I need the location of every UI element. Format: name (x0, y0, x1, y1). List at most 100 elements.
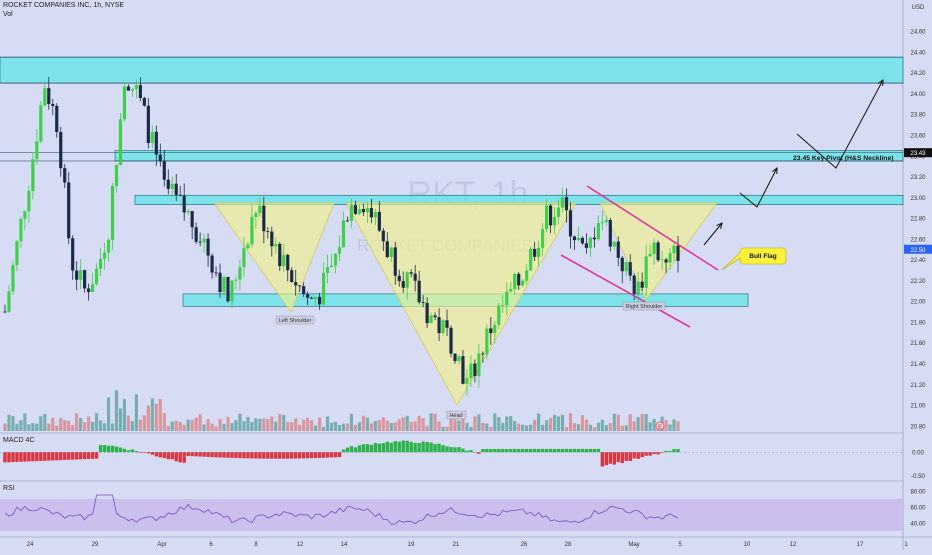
candle-body (493, 324, 497, 334)
candle-body (321, 272, 326, 305)
candle-body (294, 282, 298, 286)
macd-histogram-bar (417, 443, 421, 453)
candle-body (365, 208, 369, 213)
price-tick-label: 23.00 (910, 196, 926, 202)
candle-body (250, 217, 254, 245)
candle-body (545, 205, 549, 230)
volume-bar (122, 399, 127, 431)
macd-histogram-bar (305, 452, 310, 459)
volume-bar (369, 423, 373, 431)
volume-bar (35, 423, 39, 431)
macd-histogram-bar (373, 443, 378, 453)
volume-bar (465, 422, 469, 431)
candle-body (485, 328, 489, 355)
volume-bar (501, 422, 505, 431)
candle-body (349, 205, 354, 222)
candle-body (389, 247, 393, 258)
volume-bar (87, 416, 91, 431)
candle-body (79, 270, 83, 280)
macd-histogram-bar (198, 452, 202, 457)
candle-body (286, 254, 290, 271)
macd-histogram-bar (477, 452, 481, 454)
volume-bar (75, 413, 79, 431)
macd-histogram-bar (628, 452, 632, 462)
volume-bar (612, 413, 616, 431)
volume-bar (584, 419, 589, 431)
macd-histogram-bar (536, 448, 541, 453)
candle-body (87, 288, 91, 293)
candle-body (238, 267, 242, 280)
macd-histogram-bar (640, 452, 644, 458)
last-price-label: 22.50 (910, 248, 926, 254)
macd-histogram-bar (620, 452, 624, 464)
macd-histogram-bar (501, 448, 505, 453)
volume-bar (71, 425, 75, 431)
volume-bar (130, 420, 135, 431)
candle-body (59, 132, 63, 169)
macd-histogram-bar (497, 448, 501, 453)
price-tick-label: 22.60 (910, 237, 926, 243)
macd-histogram-bar (592, 448, 597, 453)
macd-histogram-bar (270, 452, 274, 459)
macd-histogram-bar (118, 447, 123, 453)
volume-bar (441, 426, 445, 431)
volume-bar (537, 413, 541, 431)
macd-histogram-bar (381, 442, 386, 453)
time-tick-label: 17 (857, 542, 864, 548)
candle-body (664, 259, 668, 263)
volume-bar (198, 414, 202, 431)
macd-histogram-bar (3, 452, 7, 463)
macd-histogram-bar (325, 452, 330, 458)
candle-body (282, 254, 286, 267)
candle-body (23, 211, 27, 219)
resistance-zone (0, 56, 904, 84)
volume-bar (310, 420, 314, 431)
macd-histogram-bar (485, 448, 489, 453)
macd-histogram-bar (74, 452, 79, 460)
candle-body (381, 230, 385, 242)
price-tick-label: 23.20 (910, 175, 926, 181)
volume-bar (509, 415, 513, 431)
candle-body (513, 273, 517, 289)
macd-histogram-bar (290, 452, 294, 459)
candle-body (35, 141, 39, 160)
macd-histogram-bar (71, 452, 75, 460)
price-tick-label: 24.40 (910, 50, 926, 56)
volume-bar (194, 417, 198, 431)
candle-body (114, 164, 119, 186)
macd-histogram-bar (453, 447, 457, 453)
candle-body (624, 262, 628, 272)
candle-body (158, 154, 162, 162)
macd-histogram-bar (672, 448, 676, 453)
macd-histogram-bar (170, 452, 174, 460)
macd-histogram-bar (214, 452, 218, 458)
macd-histogram-bar (7, 452, 11, 463)
time-tick-label: 14 (341, 542, 348, 548)
macd-histogram-bar (226, 452, 230, 458)
candle-body (214, 272, 218, 274)
candle-body (652, 242, 656, 254)
candle-body (314, 296, 318, 299)
candle-body (385, 241, 389, 258)
macd-histogram-bar (278, 452, 282, 459)
chart-svg[interactable]: RKT, 1hROCKET COMPANIES23.45 Key Pivot (… (0, 0, 932, 550)
time-tick-label: 24 (27, 542, 34, 548)
candle-body (521, 280, 525, 286)
candle-body (437, 317, 441, 334)
volume-bar (150, 398, 154, 431)
macd-histogram-bar (560, 448, 565, 453)
volume-bar (481, 422, 485, 431)
volume-bar (278, 414, 282, 431)
volume-bar (210, 423, 214, 431)
volume-bar (321, 426, 326, 431)
macd-histogram-bar (552, 448, 557, 453)
time-tick-label: May (628, 542, 639, 548)
candle-body (333, 253, 338, 266)
macd-histogram-bar (612, 452, 616, 465)
macd-histogram-bar (361, 444, 366, 453)
volume-bar (453, 419, 457, 431)
volume-bar (552, 414, 557, 431)
macd-histogram-bar (222, 452, 226, 458)
price-tick-label: 21.00 (910, 404, 926, 410)
macd-histogram-bar (43, 452, 47, 461)
